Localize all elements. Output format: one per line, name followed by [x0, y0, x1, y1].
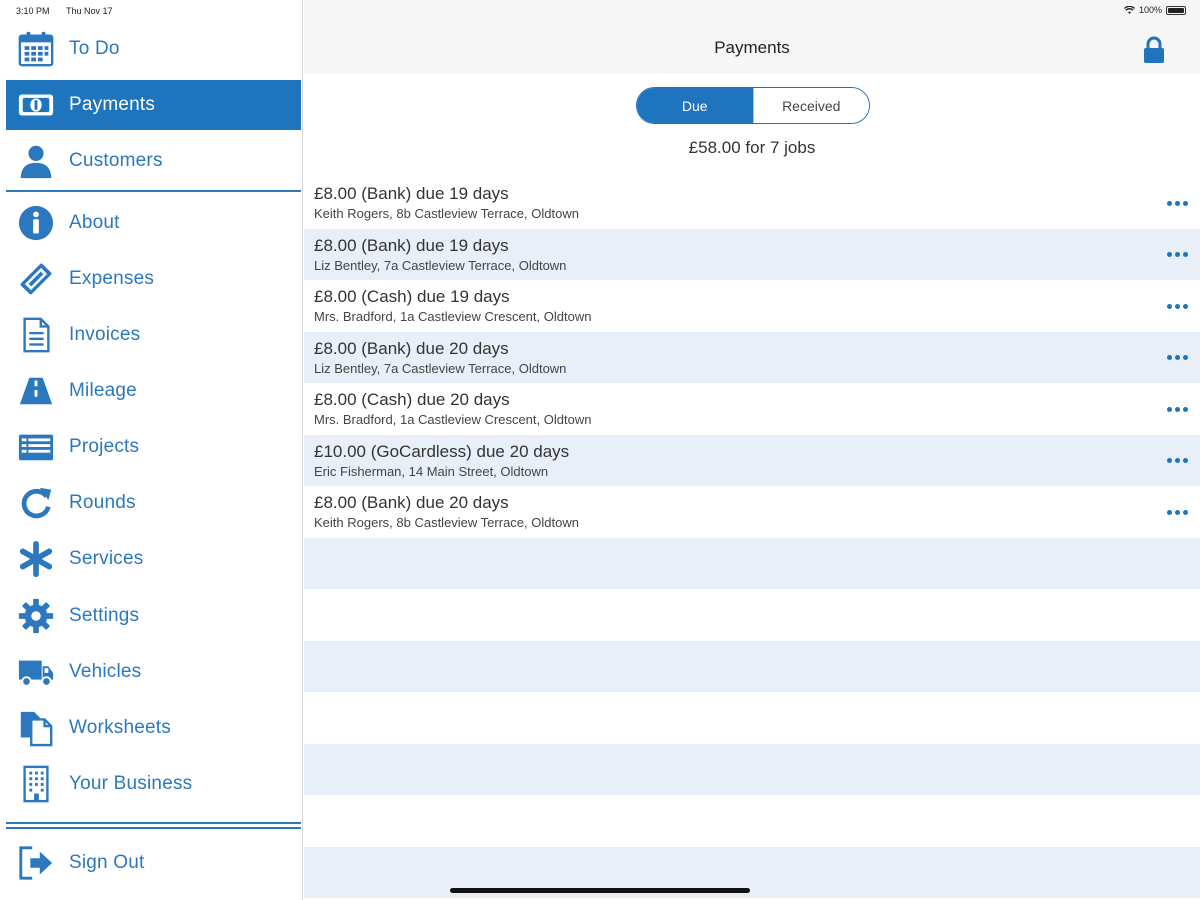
more-options-icon[interactable]: [1164, 191, 1190, 215]
payment-row[interactable]: £8.00 (Cash) due 19 days Mrs. Bradford, …: [304, 280, 1200, 332]
sidebar-item-label: Projects: [69, 436, 140, 457]
status-date: Thu Nov 17: [66, 6, 113, 16]
sidebar-item-label: Expenses: [69, 268, 155, 289]
sign-out-button[interactable]: Sign Out: [6, 838, 301, 888]
empty-row: [304, 537, 1200, 589]
sidebar-divider: [6, 822, 301, 824]
sidebar-item-customers[interactable]: Customers: [6, 136, 301, 186]
info-icon: [16, 203, 56, 243]
main-content: Payments Due Received £58.00 for 7 jobs …: [304, 0, 1200, 900]
payments-summary: £58.00 for 7 jobs: [688, 138, 816, 157]
sidebar-item-mileage[interactable]: Mileage: [6, 366, 301, 416]
payment-subtitle: Eric Fisherman, 14 Main Street, Oldtown: [314, 463, 549, 479]
sidebar-item-services[interactable]: Services: [6, 534, 301, 584]
payment-subtitle: Keith Rogers, 8b Castleview Terrace, Old…: [314, 515, 579, 530]
sidebar-item-label: Payments: [69, 94, 156, 115]
payment-title: £8.00 (Bank) due 20 days: [314, 493, 509, 512]
sidebar-item-vehicles[interactable]: Vehicles: [6, 647, 301, 697]
sidebar-item-label: To Do: [69, 38, 120, 59]
empty-row: [304, 743, 1200, 795]
payment-subtitle: Liz Bentley, 7a Castleview Terrace, Oldt…: [314, 257, 567, 273]
sidebar-item-to-do[interactable]: To Do: [6, 24, 301, 74]
sidebar-item-rounds[interactable]: Rounds: [6, 478, 301, 528]
battery-icon: [1166, 5, 1186, 15]
status-time: 3:10 PM: [16, 6, 50, 16]
sidebar-item-label: About: [69, 212, 120, 233]
payment-row[interactable]: £8.00 (Bank) due 19 days Liz Bentley, 7a…: [304, 228, 1200, 280]
copy-icon: [16, 708, 56, 748]
gear-icon: [16, 596, 56, 636]
payment-row[interactable]: £8.00 (Bank) due 19 days Keith Rogers, 8…: [304, 177, 1200, 229]
sidebar-item-label: Vehicles: [69, 661, 142, 682]
payment-title: £8.00 (Bank) due 19 days: [314, 184, 509, 203]
more-options-icon[interactable]: [1164, 346, 1190, 370]
more-options-icon[interactable]: [1164, 397, 1190, 421]
road-icon: [16, 371, 56, 411]
payment-row[interactable]: £8.00 (Bank) due 20 days Liz Bentley, 7a…: [304, 331, 1200, 383]
sidebar-item-label: Settings: [69, 605, 140, 626]
payment-row[interactable]: £8.00 (Bank) due 20 days Keith Rogers, 8…: [304, 486, 1200, 538]
sidebar-item-projects[interactable]: Projects: [6, 422, 301, 472]
asterisk-icon: [16, 539, 56, 579]
sidebar-item-your-business[interactable]: Your Business: [6, 759, 301, 809]
payment-subtitle: Keith Rogers, 8b Castleview Terrace, Old…: [314, 206, 579, 221]
sidebar-item-settings[interactable]: Settings: [6, 591, 301, 641]
page-title: Payments: [714, 38, 790, 57]
home-indicator: [450, 888, 750, 893]
segment-received[interactable]: Received: [752, 88, 869, 123]
sidebar-item-worksheets[interactable]: Worksheets: [6, 703, 301, 753]
payment-row[interactable]: £8.00 (Cash) due 20 days Mrs. Bradford, …: [304, 383, 1200, 435]
empty-row: [304, 640, 1200, 692]
empty-row: [304, 692, 1200, 744]
sidebar-item-label: Rounds: [69, 492, 136, 513]
money-icon: [16, 85, 56, 125]
payment-subtitle: Mrs. Bradford, 1a Castleview Crescent, O…: [314, 412, 592, 427]
more-options-icon[interactable]: [1164, 294, 1190, 318]
payment-title: £8.00 (Cash) due 20 days: [314, 390, 510, 409]
battery-percent: 100%: [1138, 5, 1162, 15]
segment-due[interactable]: Due: [637, 88, 753, 123]
payment-title: £8.00 (Bank) due 20 days: [314, 338, 509, 358]
truck-icon: [16, 652, 56, 692]
sidebar-item-label: Worksheets: [69, 717, 171, 738]
payment-title: £8.00 (Bank) due 19 days: [314, 235, 509, 255]
payment-subtitle: Mrs. Bradford, 1a Castleview Crescent, O…: [314, 309, 592, 324]
empty-row: [304, 795, 1200, 847]
wifi-icon: [1123, 5, 1135, 14]
sidebar: To Do Payments Customers About Expenses …: [0, 0, 303, 900]
sidebar-item-label: Customers: [69, 150, 163, 171]
ticket-icon: [16, 259, 56, 299]
sidebar-item-label: Mileage: [69, 380, 137, 401]
payment-subtitle: Liz Bentley, 7a Castleview Terrace, Oldt…: [314, 360, 567, 376]
sidebar-item-label: Services: [69, 548, 144, 569]
sign-out-icon: [16, 843, 56, 883]
sidebar-item-payments[interactable]: Payments: [6, 80, 301, 130]
more-options-icon[interactable]: [1164, 449, 1190, 473]
payments-list: £8.00 (Bank) due 19 days Keith Rogers, 8…: [304, 177, 1200, 538]
building-icon: [16, 764, 56, 804]
sidebar-item-about[interactable]: About: [6, 198, 301, 248]
payment-title: £10.00 (GoCardless) due 20 days: [314, 441, 570, 461]
status-bar: 3:10 PM Thu Nov 17 100%: [0, 0, 1200, 22]
empty-row: [304, 589, 1200, 641]
sidebar-item-label: Your Business: [69, 773, 193, 794]
sidebar-divider: [6, 190, 301, 192]
calendar-icon: [16, 29, 56, 69]
payment-row[interactable]: £10.00 (GoCardless) due 20 days Eric Fis…: [304, 434, 1200, 486]
more-options-icon[interactable]: [1164, 500, 1190, 524]
refresh-icon: [16, 483, 56, 523]
due-received-toggle: Due Received: [636, 87, 870, 124]
payment-title: £8.00 (Cash) due 19 days: [314, 287, 510, 306]
sidebar-divider: [6, 827, 301, 829]
list-icon: [16, 427, 56, 467]
empty-row: [304, 846, 1200, 898]
lock-icon[interactable]: [1142, 36, 1166, 64]
document-icon: [16, 315, 56, 355]
sign-out-label: Sign Out: [69, 852, 145, 873]
sidebar-item-invoices[interactable]: Invoices: [6, 310, 301, 360]
more-options-icon[interactable]: [1164, 243, 1190, 267]
sidebar-item-label: Invoices: [69, 324, 141, 345]
sidebar-item-expenses[interactable]: Expenses: [6, 254, 301, 304]
person-icon: [16, 141, 56, 181]
